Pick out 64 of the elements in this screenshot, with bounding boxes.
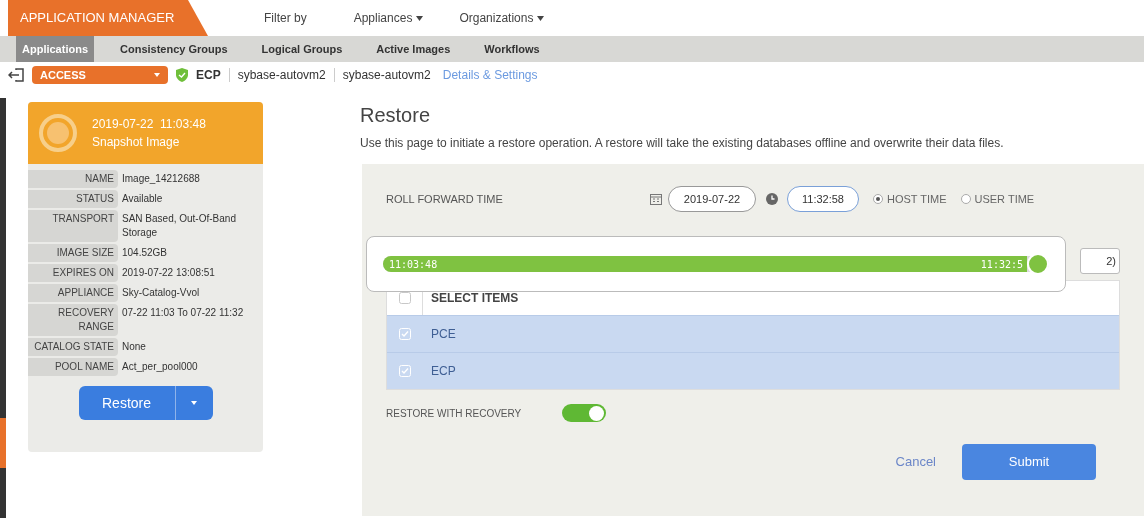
table-row[interactable]: PCE [387, 315, 1119, 352]
tab[interactable]: Active Images [370, 36, 457, 62]
field-label: EXPIRES ON [28, 264, 118, 282]
field-label: IMAGE SIZE [28, 244, 118, 262]
dropdown-button[interactable] [174, 386, 213, 420]
field-label: NAME [28, 170, 118, 188]
app-title: APPLICATION MANAGER [8, 0, 208, 36]
radio-button[interactable] [873, 194, 883, 204]
radio-button[interactable] [960, 194, 971, 204]
time-field[interactable]: 11:32:58 [787, 186, 859, 212]
toggle-switch[interactable] [562, 404, 606, 422]
slider-start-label: 11:03:48 [389, 257, 438, 272]
field-value: 104.52GB [121, 246, 169, 260]
clock-icon[interactable] [766, 193, 778, 205]
database-name: sybase-autovm2 [342, 67, 431, 84]
snapshot-icon [38, 113, 78, 153]
tab[interactable]: Workflows [478, 36, 546, 62]
table-row[interactable]: ECP [387, 352, 1119, 389]
roll-forward-label: ROLL FORWARD TIME [386, 191, 504, 207]
caret-icon [191, 401, 197, 405]
field-label: TRANSPORT [28, 210, 118, 242]
exit-icon[interactable] [8, 68, 24, 82]
snapshot-date: 2019-07-22 11:03:48 [92, 116, 206, 133]
field-value: Sky-Catalog-Vvol [121, 286, 201, 300]
field-value: 2019-07-22 13:08:51 [121, 266, 216, 280]
item-label: PCE [431, 326, 456, 343]
side-button[interactable]: 2) [1080, 248, 1120, 274]
page-title: Restore [360, 103, 432, 128]
tab[interactable]: Consistency Groups [114, 36, 234, 62]
field-label: CATALOG STATE [28, 338, 118, 356]
checkbox-checked[interactable] [399, 328, 411, 340]
submit-button[interactable]: Submit [962, 444, 1096, 480]
restore-button[interactable]: Restore [78, 386, 175, 420]
calendar-icon[interactable] [650, 193, 662, 205]
snapshot-type: Snapshot Image [92, 134, 181, 151]
field-label: POOL NAME [28, 358, 118, 376]
caret-icon [154, 73, 160, 77]
radio-label: HOST TIME [887, 191, 947, 207]
menu-item[interactable]: Appliances [353, 9, 424, 27]
shield-icon [176, 68, 188, 82]
field-value: Image_14212688 [121, 172, 201, 186]
tab[interactable]: Logical Groups [255, 36, 349, 62]
radio-label: USER TIME [974, 191, 1035, 207]
checkbox[interactable] [398, 292, 411, 304]
field-value: SAN Based, Out-Of-Band Storage [121, 212, 237, 240]
app-name: ECP [196, 67, 221, 84]
field-label: STATUS [28, 190, 118, 208]
menu-item[interactable]: Filter by [264, 9, 318, 27]
date-field[interactable]: 2019-07-22 [668, 186, 756, 212]
field-value: Available [121, 192, 164, 206]
page-description: Use this page to initiate a restore operation. A restore will take the existing databases offline and overwrite their data files. [360, 135, 1005, 152]
field-label: APPLIANCE [28, 284, 118, 302]
field-value: None [121, 340, 147, 354]
slider-thumb[interactable] [1027, 253, 1049, 275]
menu-item[interactable]: Organizations [459, 9, 545, 27]
recovery-label: RESTORE WITH RECOVERY [386, 406, 523, 421]
field-value: 07-22 11:03 To 07-22 11:32 [121, 306, 245, 320]
field-label: RECOVERY RANGE [28, 304, 118, 336]
column-header: SELECT ITEMS [431, 290, 519, 307]
checkbox-checked[interactable] [399, 365, 411, 377]
slider-end-label: 11:32:5 [980, 257, 1023, 272]
item-label: ECP [431, 363, 456, 380]
field-value: Act_per_pool000 [121, 360, 199, 374]
host-name: sybase-autovm2 [237, 67, 326, 84]
